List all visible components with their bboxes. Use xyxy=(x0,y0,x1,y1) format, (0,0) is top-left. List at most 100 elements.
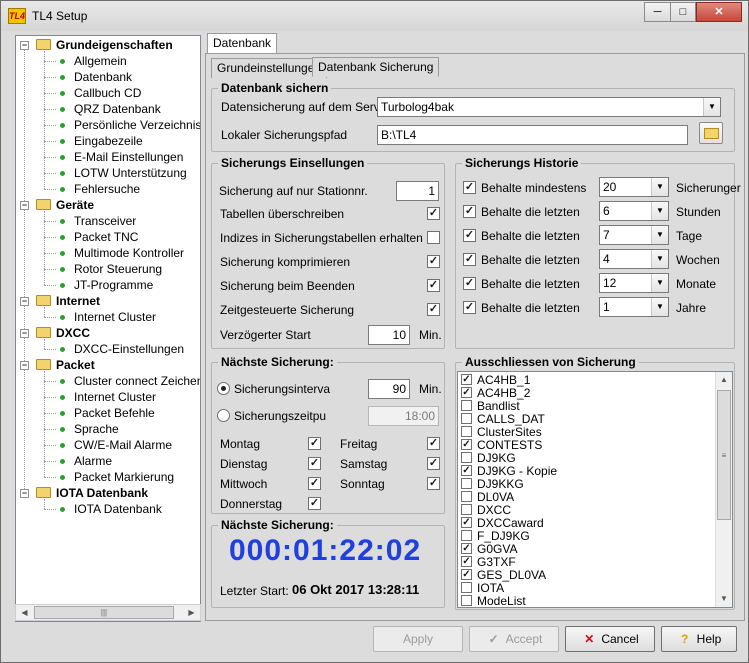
station-input[interactable]: 1 xyxy=(396,181,439,201)
exclude-checkbox[interactable] xyxy=(461,530,472,541)
chevron-down-icon[interactable]: ▼ xyxy=(651,298,668,316)
bullet-icon xyxy=(60,395,65,400)
scroll-left-icon[interactable]: ◀ xyxy=(16,605,33,620)
collapse-icon[interactable]: − xyxy=(20,489,29,498)
chevron-down-icon[interactable]: ▼ xyxy=(651,226,668,244)
tree-connector xyxy=(44,189,56,190)
tab-grundeinstellungen[interactable]: Grundeinstellungen xyxy=(211,58,328,78)
exclude-checkbox[interactable] xyxy=(461,491,472,502)
history-label: Behalte die letzten xyxy=(481,277,580,291)
history-value-select[interactable]: 1 ▼ xyxy=(599,297,669,317)
day-checkbox[interactable]: ✓ xyxy=(427,477,440,490)
day-checkbox[interactable]: ✓ xyxy=(308,477,321,490)
exclude-checkbox[interactable] xyxy=(461,504,472,515)
chevron-down-icon[interactable]: ▼ xyxy=(651,202,668,220)
exclude-checkbox[interactable] xyxy=(461,400,472,411)
help-button[interactable]: ? Help xyxy=(661,626,737,652)
history-value: 6 xyxy=(603,204,610,218)
exclude-checkbox[interactable] xyxy=(461,452,472,463)
exclude-checkbox[interactable] xyxy=(461,478,472,489)
option-checkbox[interactable]: ✓ xyxy=(427,279,440,292)
chevron-down-icon[interactable]: ▼ xyxy=(703,98,720,116)
collapse-icon[interactable]: − xyxy=(20,201,29,210)
option-checkbox[interactable]: ✓ xyxy=(427,303,440,316)
tab-datenbank-sicherung[interactable]: Datenbank Sicherung xyxy=(312,57,440,77)
cancel-button[interactable]: ✕ Cancel xyxy=(565,626,655,652)
time-input[interactable]: 18:00 xyxy=(368,406,439,426)
tree-item-label: Packet Markierung xyxy=(74,470,175,484)
scroll-up-icon[interactable]: ▲ xyxy=(716,372,732,388)
tree-connector xyxy=(44,371,45,477)
settings-tree[interactable]: − Grundeigenschaften Allgemein Datenbank Cal… xyxy=(15,35,201,622)
accept-button[interactable]: ✓ Accept xyxy=(469,626,559,652)
exclude-checkbox[interactable]: ✓ xyxy=(461,543,472,554)
tree-connector xyxy=(44,307,45,317)
help-label: Help xyxy=(696,632,722,646)
exclude-checkbox[interactable] xyxy=(461,595,472,606)
option-checkbox[interactable]: ✓ xyxy=(427,255,440,268)
history-value-select[interactable]: 7 ▼ xyxy=(599,225,669,245)
tree-connector xyxy=(44,51,45,189)
history-value-select[interactable]: 6 ▼ xyxy=(599,201,669,221)
path-input[interactable]: B:\TL4 xyxy=(377,125,688,145)
interval-input[interactable]: 90 xyxy=(368,379,410,399)
scroll-right-icon[interactable]: ▶ xyxy=(183,605,200,620)
tree-connector xyxy=(44,269,56,270)
history-value: 12 xyxy=(603,276,617,290)
delay-input[interactable]: 10 xyxy=(368,325,410,345)
tree-item-label: Sprache xyxy=(74,422,119,436)
time-radio[interactable] xyxy=(217,409,230,422)
day-checkbox[interactable]: ✓ xyxy=(308,437,321,450)
exclude-checkbox[interactable]: ✓ xyxy=(461,439,472,450)
exclude-checkbox[interactable]: ✓ xyxy=(461,556,472,567)
history-checkbox[interactable]: ✓ xyxy=(463,205,476,218)
day-checkbox[interactable]: ✓ xyxy=(308,457,321,470)
exclude-checkbox[interactable]: ✓ xyxy=(461,517,472,528)
exclude-checkbox[interactable]: ✓ xyxy=(461,569,472,580)
exclude-checkbox[interactable]: ✓ xyxy=(461,387,472,398)
maximize-button[interactable]: □ xyxy=(670,2,696,22)
history-checkbox[interactable]: ✓ xyxy=(463,301,476,314)
apply-button[interactable]: Apply xyxy=(373,626,463,652)
tab-datenbank[interactable]: Datenbank xyxy=(207,33,278,53)
history-label: Behalte die letzten xyxy=(481,229,580,243)
scroll-down-icon[interactable]: ▼ xyxy=(716,591,732,607)
history-value-select[interactable]: 12 ▼ xyxy=(599,273,669,293)
scroll-thumb[interactable]: ||| xyxy=(34,606,174,619)
interval-radio[interactable] xyxy=(217,382,230,395)
history-checkbox[interactable]: ✓ xyxy=(463,181,476,194)
tree-horizontal-scrollbar[interactable]: ◀ ||| ▶ xyxy=(15,604,201,621)
history-checkbox[interactable]: ✓ xyxy=(463,277,476,290)
history-value-select[interactable]: 20 ▼ xyxy=(599,177,669,197)
server-label: Datensicherung auf dem Server: xyxy=(221,100,394,114)
chevron-down-icon[interactable]: ▼ xyxy=(651,178,668,196)
day-checkbox[interactable]: ✓ xyxy=(427,437,440,450)
collapse-icon[interactable]: − xyxy=(20,329,29,338)
list-vertical-scrollbar[interactable]: ▲ ≡ ▼ xyxy=(715,372,732,607)
exclude-list[interactable]: ✓ AC4HB_1 ✓ AC4HB_2 Bandlist CALLS_DAT Cluster… xyxy=(457,371,733,608)
exclude-checkbox[interactable]: ✓ xyxy=(461,465,472,476)
chevron-down-icon[interactable]: ▼ xyxy=(651,250,668,268)
minimize-button[interactable]: ─ xyxy=(644,2,671,22)
option-checkbox[interactable]: ✓ xyxy=(427,207,440,220)
history-checkbox[interactable]: ✓ xyxy=(463,229,476,242)
collapse-icon[interactable]: − xyxy=(20,41,29,50)
exclude-checkbox[interactable]: ✓ xyxy=(461,374,472,385)
close-button[interactable]: ✕ xyxy=(696,2,742,22)
chevron-down-icon[interactable]: ▼ xyxy=(651,274,668,292)
day-checkbox[interactable]: ✓ xyxy=(308,497,321,510)
server-select[interactable]: Turbolog4bak ▼ xyxy=(377,97,721,117)
exclude-checkbox[interactable] xyxy=(461,426,472,437)
option-checkbox[interactable] xyxy=(427,231,440,244)
browse-folder-button[interactable] xyxy=(699,122,723,144)
exclude-checkbox[interactable] xyxy=(461,582,472,593)
history-value-select[interactable]: 4 ▼ xyxy=(599,249,669,269)
day-checkbox[interactable]: ✓ xyxy=(427,457,440,470)
history-checkbox[interactable]: ✓ xyxy=(463,253,476,266)
collapse-icon[interactable]: − xyxy=(20,297,29,306)
exclude-checkbox[interactable] xyxy=(461,413,472,424)
collapse-icon[interactable]: − xyxy=(20,361,29,370)
list-scroll-thumb[interactable]: ≡ xyxy=(717,390,731,520)
folder-icon xyxy=(36,327,51,338)
list-item-label: ModeList xyxy=(477,594,526,608)
